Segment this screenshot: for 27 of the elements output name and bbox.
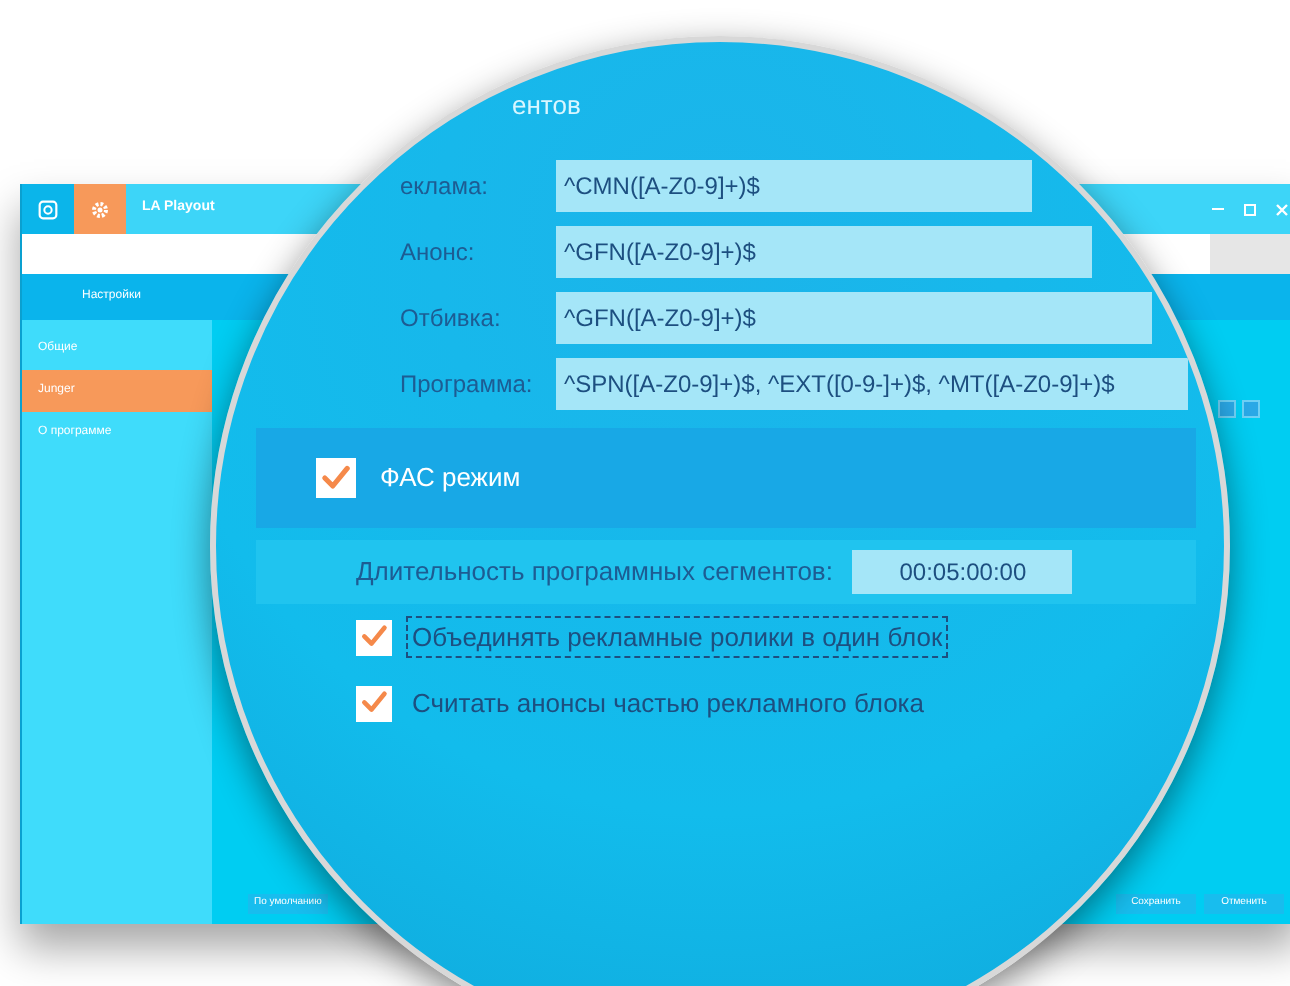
pattern-field[interactable]: ^SPN([A-Z0-9]+)$, ^EXT([0-9-]+)$, ^MT([A-Z0-9]+)$	[556, 357, 1188, 409]
fas-label: ФАС режим	[380, 460, 521, 497]
toolbar-tab[interactable]	[74, 184, 126, 234]
duration-field[interactable]: 00:05:00:00	[852, 550, 1073, 594]
option-label: Считать анонсы частью рекламного блока	[410, 685, 927, 722]
close-icon[interactable]	[1276, 203, 1288, 215]
pattern-field[interactable]: ^GFN([A-Z0-9]+)$	[556, 291, 1152, 343]
logo-icon	[38, 199, 58, 219]
duration-label: Длительность программных сегментов:	[356, 554, 833, 591]
settings-icon	[90, 199, 110, 219]
toolbar-tab[interactable]	[22, 184, 74, 234]
checkbox[interactable]	[316, 458, 356, 498]
checkmark-icon	[320, 462, 352, 494]
pattern-field[interactable]: ^GFN([A-Z0-9]+)$	[556, 225, 1092, 277]
checkmark-icon	[359, 688, 389, 718]
field-label: Анонс:	[400, 235, 477, 269]
pattern-field[interactable]: ^CMN([A-Z0-9]+)$	[556, 159, 1032, 211]
checkmark-icon	[359, 622, 389, 652]
field-label: еклама:	[400, 169, 490, 203]
section-title: ентов	[512, 88, 583, 124]
field-label: Отбивка:	[400, 301, 503, 335]
checkbox[interactable]	[356, 619, 392, 655]
option-label: Объединять рекламные ролики в один блок	[408, 617, 947, 657]
maximize-icon[interactable]	[1244, 203, 1256, 215]
checkbox[interactable]	[356, 685, 392, 721]
toolbar-panel	[1210, 234, 1290, 274]
field-label: Программа:	[400, 367, 535, 401]
